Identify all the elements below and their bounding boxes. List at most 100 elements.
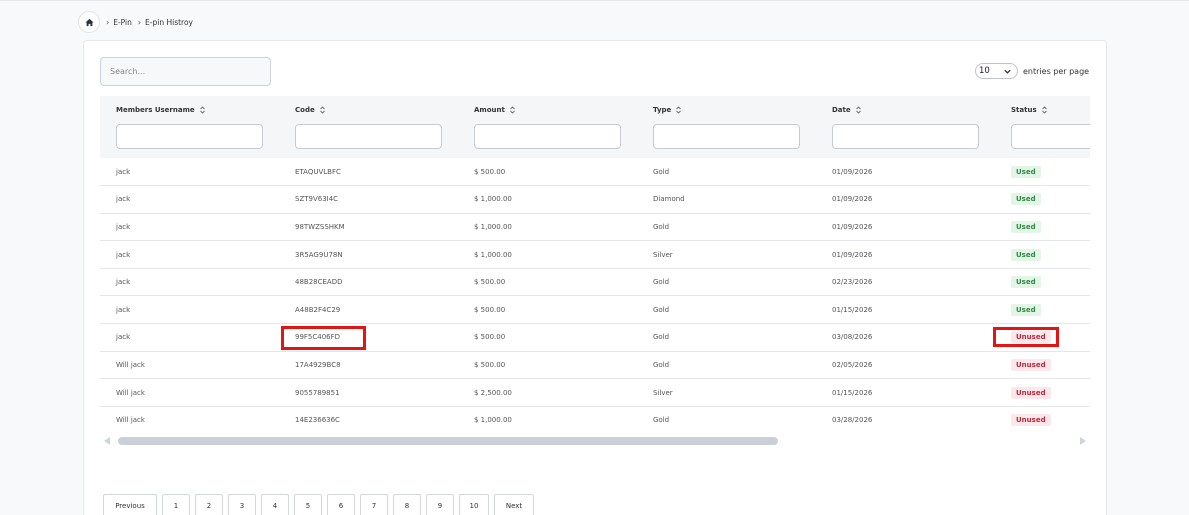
pagination-page-button[interactable]: 8 bbox=[393, 494, 421, 515]
filter-cell bbox=[995, 124, 1090, 158]
cell-user: Will jack bbox=[116, 416, 145, 425]
home-button[interactable] bbox=[78, 11, 100, 33]
filter-input-amount[interactable] bbox=[474, 124, 621, 149]
chevron-right-icon: › bbox=[106, 17, 110, 27]
cell-user: jack bbox=[116, 195, 131, 204]
pagination-page-button[interactable]: 5 bbox=[294, 494, 322, 515]
column-header-code[interactable]: Code bbox=[279, 96, 458, 124]
column-header-date[interactable]: Date bbox=[816, 96, 995, 124]
filter-cell bbox=[458, 124, 637, 158]
filter-cell bbox=[637, 124, 816, 158]
highlight-code-box bbox=[281, 326, 366, 350]
cell-date: 01/09/2026 bbox=[832, 222, 873, 231]
pagination-page-button[interactable]: 4 bbox=[261, 494, 289, 515]
cell-type: Gold bbox=[653, 333, 670, 342]
column-header-members-username[interactable]: Members Username bbox=[100, 96, 279, 124]
sort-icon[interactable] bbox=[675, 106, 682, 114]
column-header-status[interactable]: Status bbox=[995, 96, 1090, 124]
filter-cell bbox=[279, 124, 458, 158]
cell-type: Silver bbox=[653, 388, 673, 397]
filter-input-code[interactable] bbox=[295, 124, 442, 149]
status-badge: Used bbox=[1011, 303, 1041, 316]
cell-code: 9055789851 bbox=[295, 388, 340, 397]
cell-user: jack bbox=[116, 222, 131, 231]
cell-amount: $ 500.00 bbox=[474, 305, 506, 314]
filter-cell bbox=[100, 124, 279, 158]
status-badge: Used bbox=[1011, 165, 1041, 178]
cell-date: 01/09/2026 bbox=[832, 167, 873, 176]
entries-per-page-value: 10 bbox=[979, 66, 990, 76]
horizontal-scrollbar[interactable] bbox=[100, 434, 1090, 448]
cell-amount: $ 500.00 bbox=[474, 167, 506, 176]
entries-per-page: 10 entries per page bbox=[975, 63, 1089, 79]
scroll-left-icon[interactable] bbox=[104, 437, 110, 445]
table-row: Will jack 17A4929BC8 $ 500.00 Gold 02/05/202… bbox=[100, 351, 1090, 379]
table-row: jack ETAQUVLBFC $ 500.00 Gold 01/09/2026 Used bbox=[100, 158, 1090, 186]
sort-icon[interactable] bbox=[199, 106, 206, 114]
sort-icon[interactable] bbox=[855, 106, 862, 114]
cell-code: SZT9V63I4C bbox=[295, 195, 339, 204]
filter-input-date[interactable] bbox=[832, 124, 979, 149]
highlight-status-box bbox=[993, 327, 1059, 347]
breadcrumb-item-epin[interactable]: E-Pin bbox=[113, 18, 132, 27]
cell-date: 03/08/2026 bbox=[832, 333, 873, 342]
cell-code: 98TWZSSHKM bbox=[295, 222, 345, 231]
pagination-page-button[interactable]: 2 bbox=[195, 494, 223, 515]
entries-per-page-select[interactable]: 10 bbox=[975, 63, 1018, 79]
table-row: jack SZT9V63I4C $ 1,000.00 Diamond 01/09/202… bbox=[100, 186, 1090, 214]
top-divider bbox=[0, 0, 1189, 1]
cell-type: Gold bbox=[653, 360, 670, 369]
search-input[interactable] bbox=[100, 57, 271, 86]
cell-status: Used bbox=[995, 296, 1090, 324]
breadcrumb-item-history: E-pin Histroy bbox=[145, 17, 193, 27]
filter-cell bbox=[816, 124, 995, 158]
cell-type: Silver bbox=[653, 250, 673, 259]
filter-input-status[interactable] bbox=[1011, 124, 1090, 149]
cell-amount: $ 500.00 bbox=[474, 360, 506, 369]
status-badge: Used bbox=[1011, 248, 1041, 261]
cell-status: Unused bbox=[995, 379, 1090, 407]
table-body: jack ETAQUVLBFC $ 500.00 Gold 01/09/2026 Used… bbox=[100, 158, 1090, 433]
filter-input-type[interactable] bbox=[653, 124, 800, 149]
pagination-page-button[interactable]: 1 bbox=[162, 494, 190, 515]
cell-status: Used bbox=[995, 241, 1090, 269]
cell-amount: $ 500.00 bbox=[474, 333, 506, 342]
pagination-page-button[interactable]: 9 bbox=[426, 494, 454, 515]
table-filter-row bbox=[100, 124, 1090, 158]
scroll-right-icon[interactable] bbox=[1080, 437, 1086, 445]
cell-date: 01/09/2026 bbox=[832, 195, 873, 204]
pagination-next-button[interactable]: Next bbox=[494, 494, 534, 515]
column-header-label: Status bbox=[1011, 106, 1037, 114]
cell-date: 01/15/2026 bbox=[832, 388, 873, 397]
table-row: jack 98TWZSSHKM $ 1,000.00 Gold 01/09/2026 Us… bbox=[100, 213, 1090, 241]
table-row: Will jack 9055789851 $ 2,500.00 Silver 01/15… bbox=[100, 379, 1090, 407]
cell-code: 14E236636C bbox=[295, 416, 340, 425]
pagination-page-button[interactable]: 3 bbox=[228, 494, 256, 515]
sort-icon[interactable] bbox=[1041, 106, 1048, 114]
table-row: Will jack 14E236636C $ 1,000.00 Gold 03/28/2… bbox=[100, 406, 1090, 433]
cell-amount: $ 1,000.00 bbox=[474, 195, 512, 204]
sort-icon[interactable] bbox=[319, 106, 326, 114]
filter-input-members-username[interactable] bbox=[116, 124, 263, 149]
table-header-row: Members Username Code Amount Type Date Status bbox=[100, 96, 1090, 124]
status-badge: Used bbox=[1011, 220, 1041, 233]
pagination-page-button[interactable]: 10 bbox=[459, 494, 489, 515]
entries-per-page-label: entries per page bbox=[1023, 66, 1090, 76]
scrollbar-thumb[interactable] bbox=[118, 437, 778, 445]
pagination-page-button[interactable]: 7 bbox=[360, 494, 388, 515]
column-header-amount[interactable]: Amount bbox=[458, 96, 637, 124]
status-badge: Unused bbox=[1011, 414, 1051, 427]
sort-icon[interactable] bbox=[509, 106, 516, 114]
cell-type: Gold bbox=[653, 222, 670, 231]
pagination-page-button[interactable]: 6 bbox=[327, 494, 355, 515]
pagination-previous-button[interactable]: Previous bbox=[103, 494, 157, 515]
home-icon bbox=[84, 18, 94, 26]
cell-date: 02/05/2026 bbox=[832, 360, 873, 369]
cell-user: Will jack bbox=[116, 388, 145, 397]
breadcrumb: › E-Pin › E-pin Histroy bbox=[78, 11, 193, 33]
cell-user: jack bbox=[116, 250, 131, 259]
cell-type: Gold bbox=[653, 305, 670, 314]
epin-history-table: Members Username Code Amount Type Date Status… bbox=[100, 96, 1090, 433]
cell-code: A48B2F4C29 bbox=[295, 305, 341, 314]
column-header-type[interactable]: Type bbox=[637, 96, 816, 124]
